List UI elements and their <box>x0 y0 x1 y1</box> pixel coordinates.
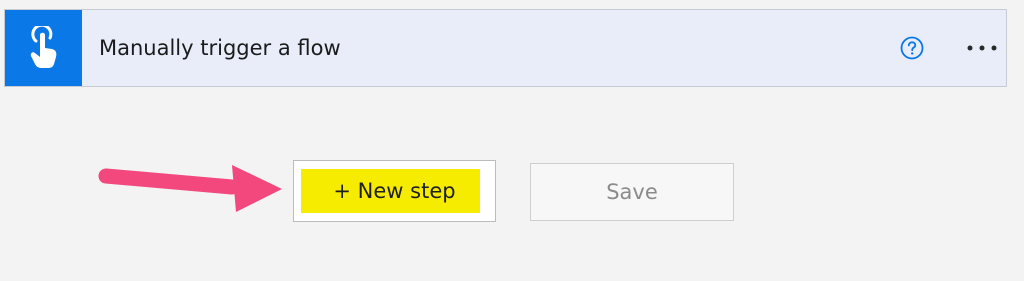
save-button[interactable]: Save <box>530 163 734 221</box>
trigger-title: Manually trigger a flow <box>99 36 341 60</box>
annotation-arrow <box>98 165 282 212</box>
help-icon[interactable] <box>900 36 924 60</box>
touch-icon <box>5 10 82 86</box>
new-step-button[interactable]: + New step <box>293 160 496 222</box>
new-step-label: + New step <box>333 179 456 203</box>
trigger-card[interactable]: Manually trigger a flow <box>4 9 1007 87</box>
more-options-icon[interactable] <box>963 36 1001 60</box>
